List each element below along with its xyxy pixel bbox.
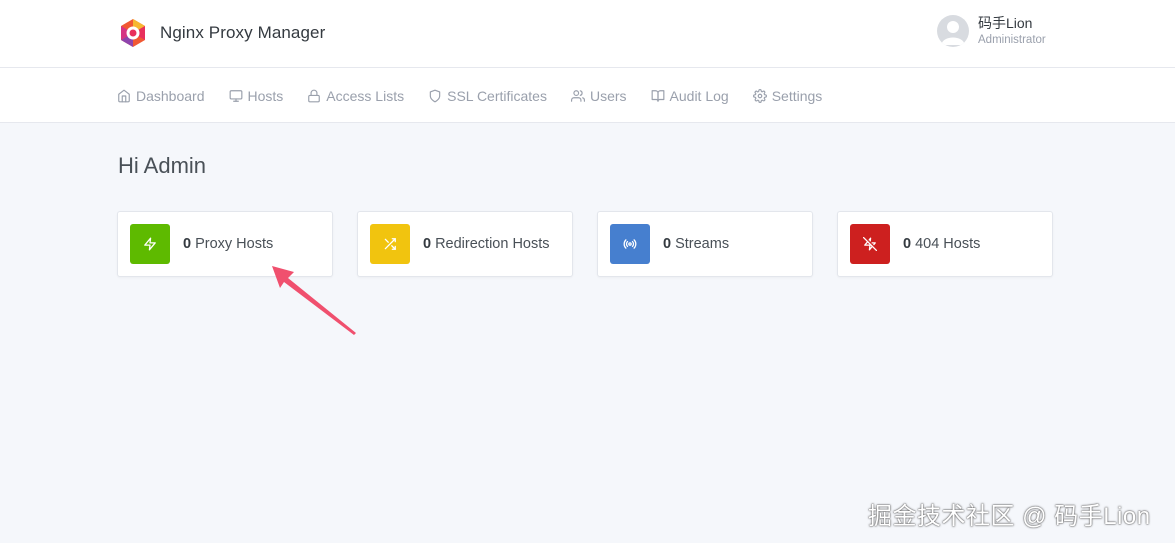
user-avatar-icon	[941, 21, 965, 46]
card-404-hosts[interactable]: 0 404 Hosts	[837, 211, 1053, 277]
nav-item-ssl-certificates[interactable]: SSL Certificates	[428, 88, 547, 104]
nav-label: Access Lists	[326, 87, 405, 104]
nav-item-hosts[interactable]: Hosts	[229, 87, 284, 104]
gear-icon	[752, 88, 767, 103]
nav-item-dashboard[interactable]: Dashboard	[117, 88, 205, 104]
top-header: Nginx Proxy Manager 码手Lion Administrator	[0, 0, 1175, 68]
book-icon	[651, 89, 664, 102]
card-label: 404 Hosts	[915, 236, 981, 252]
card-label: Streams	[675, 236, 730, 252]
card-icon-box	[610, 224, 650, 264]
card-count: 0	[183, 236, 192, 252]
stats-cards: 0 Proxy Hosts 0 Redirection Hosts 0 Streams…	[117, 211, 1077, 277]
card-count: 0	[903, 236, 912, 252]
brand[interactable]: Nginx Proxy Manager	[118, 17, 325, 49]
nav-label: Hosts	[247, 87, 284, 104]
zap-icon	[144, 237, 156, 251]
card-streams[interactable]: 0 Streams	[597, 211, 813, 277]
nav-label: Settings	[771, 87, 823, 104]
user-menu[interactable]: 码手Lion Administrator	[937, 15, 1046, 48]
annotation-arrow-icon	[272, 266, 356, 335]
monitor-icon	[229, 89, 242, 102]
nav-item-users[interactable]: Users	[570, 87, 627, 104]
shield-icon	[429, 89, 441, 102]
users-icon	[570, 89, 585, 102]
nav-item-access-lists[interactable]: Access Lists	[307, 88, 404, 104]
nav-label: SSL Certificates	[447, 87, 547, 104]
card-icon-box	[370, 224, 410, 264]
nav-label: Dashboard	[136, 87, 205, 104]
card-icon-box	[850, 224, 890, 264]
app-title: Nginx Proxy Manager	[160, 23, 326, 42]
nginx-proxy-manager-logo-icon	[121, 19, 145, 47]
card-count: 0	[663, 236, 672, 252]
home-icon	[118, 89, 130, 102]
user-name: 码手Lion	[978, 15, 1033, 31]
nav-item-settings[interactable]: Settings	[752, 87, 823, 104]
page-greeting: Hi Admin	[118, 153, 207, 178]
card-redirection-hosts[interactable]: 0 Redirection Hosts	[357, 211, 573, 277]
zap-off-icon	[863, 237, 877, 251]
nav-label: Audit Log	[669, 87, 729, 104]
shuffle-icon	[384, 238, 396, 250]
card-count: 0	[423, 236, 432, 252]
watermark: 掘金技术社区 @ 码手Lion	[868, 503, 1151, 530]
main-nav: Dashboard Hosts Access Lists SSL Certifi…	[0, 68, 1175, 123]
user-role: Administrator	[978, 33, 1046, 46]
avatar[interactable]	[937, 15, 969, 48]
lock-icon	[308, 89, 321, 102]
card-label: Redirection Hosts	[435, 236, 550, 252]
card-label: Proxy Hosts	[195, 236, 274, 252]
radio-icon	[623, 239, 637, 249]
nav-item-audit-log[interactable]: Audit Log	[651, 88, 729, 104]
nav-label: Users	[589, 87, 627, 104]
card-icon-box	[130, 224, 170, 264]
